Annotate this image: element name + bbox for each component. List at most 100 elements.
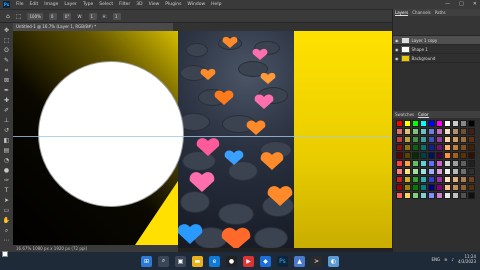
foreground-color[interactable] [2,251,8,257]
brush-tool-icon[interactable]: ✐ [3,107,11,114]
color-swatch[interactable] [404,160,411,167]
color-swatch[interactable] [468,192,475,199]
menu-image[interactable]: Image [44,2,58,7]
color-swatch[interactable] [468,120,475,127]
color-swatch[interactable] [404,184,411,191]
photoshop-taskbar-icon[interactable]: Ps [277,255,288,267]
color-swatch[interactable] [436,168,443,175]
close-button[interactable]: ✕ [473,1,477,7]
color-swatch[interactable] [436,128,443,135]
color-swatch[interactable] [452,176,459,183]
color-swatch[interactable] [404,176,411,183]
color-swatch[interactable] [404,168,411,175]
color-swatch[interactable] [468,144,475,151]
color-swatch[interactable] [412,120,419,127]
volume-icon[interactable]: ♪ [451,257,454,262]
color-swatch[interactable] [412,184,419,191]
color-swatch[interactable] [468,184,475,191]
frame-tool-icon[interactable]: ⊠ [3,77,11,84]
color-swatch[interactable] [404,144,411,151]
eye-icon[interactable]: ◉ [395,56,399,61]
color-swatch[interactable] [428,184,435,191]
type-tool-icon[interactable]: T [3,187,11,194]
color-swatch[interactable] [436,176,443,183]
width-field[interactable]: 1 [88,12,97,20]
color-swatch[interactable] [420,128,427,135]
color-swatch[interactable] [452,184,459,191]
color-swatch[interactable] [420,144,427,151]
color-swatch[interactable] [460,128,467,135]
healing-tool-icon[interactable]: ✚ [3,97,11,104]
color-swatch[interactable] [404,152,411,159]
color-swatch[interactable] [468,160,475,167]
more-tools-icon[interactable]: ⋯ [3,237,11,244]
color-swatch[interactable] [436,160,443,167]
menu-help[interactable]: Help [211,2,221,7]
color-swatch[interactable] [444,136,451,143]
zoom-tool-icon[interactable]: ⌕ [3,227,11,234]
color-swatch[interactable] [396,128,403,135]
search-icon[interactable]: ⌕ [158,255,169,267]
color-swatch[interactable] [468,168,475,175]
color-swatch[interactable] [436,144,443,151]
color-swatch[interactable] [428,144,435,151]
tool-preset-icon[interactable]: ⬚ [16,13,22,20]
menu-plugins[interactable]: Plugins [165,2,181,7]
github-icon[interactable]: ● [226,255,237,267]
color-swatch[interactable] [444,144,451,151]
color-swatch[interactable] [436,136,443,143]
color-swatch[interactable] [412,176,419,183]
color-swatch[interactable] [396,160,403,167]
color-swatch[interactable] [420,184,427,191]
tab-color[interactable]: Color [418,111,429,118]
color-swatch[interactable] [428,160,435,167]
marquee-tool-icon[interactable]: ⬚ [3,37,11,44]
color-swatch[interactable] [396,168,403,175]
color-swatch[interactable] [412,136,419,143]
color-swatch[interactable] [412,160,419,167]
color-swatch[interactable] [428,152,435,159]
color-swatch[interactable] [452,168,459,175]
menu-type[interactable]: Type [83,2,93,7]
color-swatch[interactable] [428,192,435,199]
color-swatch[interactable] [452,160,459,167]
pen-tool-icon[interactable]: ✑ [3,177,11,184]
color-swatch[interactable] [444,160,451,167]
color-swatch[interactable] [460,144,467,151]
hand-tool-icon[interactable]: ✋ [3,217,11,224]
color-swatch[interactable] [452,152,459,159]
color-swatch[interactable] [396,152,403,159]
color-swatch[interactable] [468,128,475,135]
color-swatch[interactable] [444,192,451,199]
terminal-icon[interactable]: > [311,255,322,267]
canvas-area[interactable] [13,31,392,252]
color-swatch[interactable] [452,120,459,127]
color-swatch[interactable] [428,176,435,183]
color-swatch[interactable] [428,128,435,135]
color-swatch[interactable] [436,120,443,127]
color-swatch[interactable] [452,128,459,135]
task-view-icon[interactable]: ▣ [175,255,186,267]
color-swatch[interactable] [436,152,443,159]
color-swatch[interactable] [452,192,459,199]
media-icon[interactable]: ▶ [243,255,254,267]
color-swatch[interactable] [396,144,403,151]
home-icon[interactable]: ⌂ [6,13,10,20]
store-icon[interactable]: ◆ [260,255,271,267]
color-swatch[interactable] [452,136,459,143]
tab-swatches[interactable]: Swatches [395,111,414,118]
eye-icon[interactable]: ◉ [395,38,399,43]
color-swatch[interactable] [460,168,467,175]
color-swatch[interactable] [428,168,435,175]
color-swatch[interactable] [412,152,419,159]
color-swatch[interactable] [444,152,451,159]
size-field[interactable]: 0 [48,12,57,20]
edge-icon[interactable]: e [209,255,220,267]
history-brush-tool-icon[interactable]: ↺ [3,127,11,134]
color-swatch[interactable] [444,128,451,135]
windows-start-icon[interactable]: ⊞ [141,255,152,267]
color-swatch[interactable] [404,128,411,135]
tab-channels[interactable]: Channels [412,9,431,16]
color-swatch[interactable] [412,192,419,199]
color-swatch[interactable] [420,192,427,199]
